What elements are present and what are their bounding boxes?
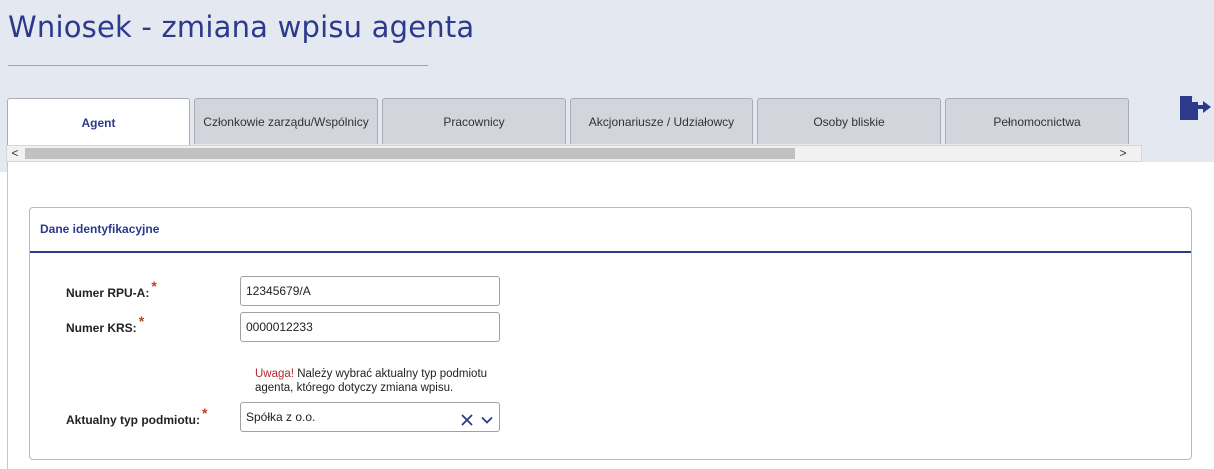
tab-pracownicy[interactable]: Pracownicy (382, 98, 566, 144)
title-divider (8, 65, 428, 66)
page-title: Wniosek - zmiana wpisu agenta (8, 10, 475, 44)
required-marker: * (138, 313, 145, 329)
tab-pelnomocnictwa[interactable]: Pełnomocnictwa (945, 98, 1129, 144)
panel-header: Dane identyfikacyjne (30, 208, 1191, 253)
rpu-label-text: Numer RPU-A: (66, 286, 150, 300)
scroll-thumb[interactable] (25, 148, 795, 159)
tab-label: Pracownicy (443, 114, 505, 129)
tab-label: Pełnomocnictwa (993, 114, 1081, 129)
tab-osoby-bliskie[interactable]: Osoby bliskie (757, 98, 941, 144)
krs-number-field[interactable]: 0000012233 (240, 312, 500, 342)
krs-label: Numer KRS: * (66, 313, 144, 335)
tab-label: Członkowie zarządu/Wspólnicy (203, 114, 369, 129)
entity-type-label-text: Aktualny typ podmiotu: (66, 413, 200, 427)
warning-prefix: Uwaga! (255, 368, 294, 380)
tab-czlonkowie-zarzadu[interactable]: Członkowie zarządu/Wspólnicy (194, 98, 378, 144)
tab-label: Agent (81, 115, 116, 130)
panel-title: Dane identyfikacyjne (40, 222, 160, 236)
entity-type-label: Aktualny typ podmiotu: * (66, 405, 207, 427)
clear-icon[interactable] (460, 409, 474, 437)
scroll-right-arrow[interactable]: > (1115, 146, 1131, 161)
chevron-down-icon[interactable] (480, 409, 494, 437)
entity-type-value: Spółka z o.o. (246, 410, 316, 424)
krs-label-text: Numer KRS: (66, 321, 137, 335)
required-marker: * (202, 405, 208, 421)
entity-type-warning: Uwaga! Należy wybrać aktualny typ podmio… (255, 367, 525, 395)
logout-icon[interactable] (1178, 94, 1214, 122)
tab-label: Akcjonariusze / Udziałowcy (588, 114, 735, 129)
rpu-label: Numer RPU-A: * (66, 278, 157, 300)
tab-akcjonariusze[interactable]: Akcjonariusze / Udziałowcy (570, 98, 753, 144)
entity-type-select[interactable]: Spółka z o.o. (240, 402, 500, 432)
rpu-number-field[interactable]: 12345679/A (240, 276, 500, 306)
tabs-scrollbar[interactable]: < > (6, 145, 1142, 162)
scroll-left-arrow[interactable]: < (7, 146, 23, 161)
tab-agent[interactable]: Agent (7, 98, 190, 146)
krs-value: 0000012233 (246, 320, 313, 334)
tab-label: Osoby bliskie (813, 114, 885, 129)
rpu-value: 12345679/A (246, 284, 311, 298)
required-marker: * (151, 278, 157, 294)
